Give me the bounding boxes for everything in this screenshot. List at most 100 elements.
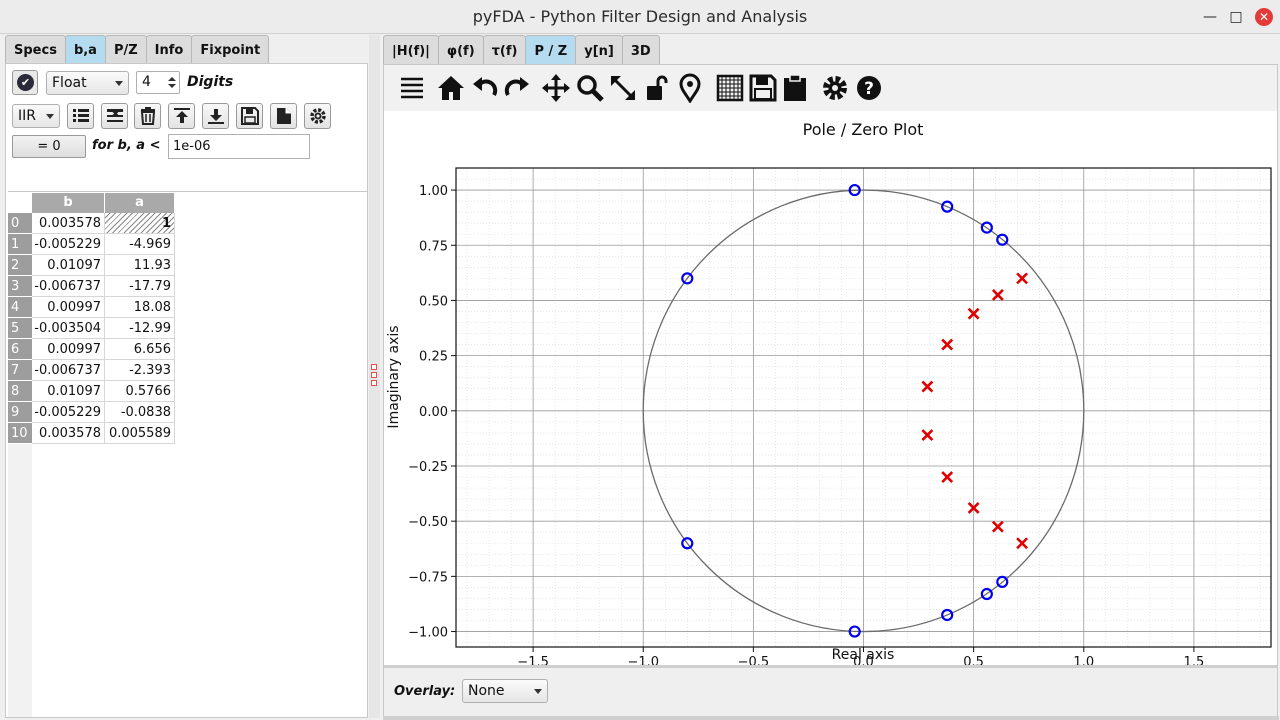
- pole-marker: [921, 380, 934, 393]
- row-index[interactable]: 5: [8, 318, 32, 339]
- cell-a[interactable]: -2.393: [105, 360, 175, 381]
- row-index[interactable]: 9: [8, 402, 32, 423]
- tab-phase[interactable]: φ(f): [437, 35, 484, 64]
- cell-b[interactable]: -0.005229: [32, 234, 105, 255]
- tab-fixpoint[interactable]: Fixpoint: [191, 35, 270, 63]
- cell-b[interactable]: 0.01097: [32, 381, 105, 402]
- table-row: 5 -0.003504 -12.99: [8, 318, 175, 339]
- grid-button[interactable]: [715, 73, 745, 103]
- maximize-icon[interactable]: □: [1227, 8, 1245, 26]
- gear-icon: [823, 76, 847, 100]
- toggle-toolbar-button[interactable]: [397, 73, 427, 103]
- table-row: 4 0.00997 18.08: [8, 297, 175, 318]
- pole-marker: [1016, 537, 1029, 550]
- table-row: 3 -0.006737 -17.79: [8, 276, 175, 297]
- spin-down-icon[interactable]: [168, 84, 176, 88]
- y-tick-label: −0.25: [408, 460, 448, 475]
- column-header-a[interactable]: a: [105, 193, 175, 213]
- row-index[interactable]: 8: [8, 381, 32, 402]
- filter-type-select[interactable]: IIR: [12, 104, 60, 128]
- digits-spinbox[interactable]: 4: [136, 71, 180, 94]
- cell-a[interactable]: 6.656: [105, 339, 175, 360]
- x-tick-label: 0.5: [963, 655, 984, 665]
- pan-button[interactable]: [541, 73, 571, 103]
- export-button[interactable]: [236, 103, 263, 129]
- zoom-button[interactable]: [575, 73, 605, 103]
- overlay-select[interactable]: None: [462, 679, 548, 703]
- filter-type-value: IIR: [18, 108, 36, 124]
- cell-b[interactable]: -0.006737: [32, 276, 105, 297]
- format-select[interactable]: Float: [46, 71, 129, 95]
- row-index[interactable]: 6: [8, 339, 32, 360]
- title-bar: pyFDA - Python Filter Design and Analysi…: [0, 0, 1280, 34]
- save-figure-button[interactable]: [748, 73, 778, 103]
- search-icon: [577, 75, 604, 102]
- tab-ba[interactable]: b,a: [64, 35, 106, 63]
- cell-a[interactable]: -0.0838: [105, 402, 175, 423]
- cell-b[interactable]: -0.005229: [32, 402, 105, 423]
- cell-a[interactable]: 18.08: [105, 297, 175, 318]
- pole-zero-plot[interactable]: −1.5 −1.0 −0.5 0.0 0.5 1.0 1.5 −1.00 −0.75 −0.50−…: [384, 111, 1277, 670]
- row-index[interactable]: 3: [8, 276, 32, 297]
- cell-a[interactable]: -12.99: [105, 318, 175, 339]
- clear-table-button[interactable]: [134, 103, 161, 129]
- cell-b[interactable]: 0.00997: [32, 297, 105, 318]
- home-button[interactable]: [436, 73, 466, 103]
- enable-checkbox-button[interactable]: ✔: [12, 70, 38, 95]
- cell-b[interactable]: 0.003578: [32, 423, 105, 444]
- set-zero-button[interactable]: = 0: [12, 135, 86, 158]
- close-icon[interactable]: ✕: [1255, 8, 1273, 26]
- tab-info[interactable]: Info: [145, 35, 193, 63]
- floppy-icon: [241, 107, 259, 125]
- tab-group-delay[interactable]: τ(f): [482, 35, 527, 64]
- cell-a[interactable]: -4.969: [105, 234, 175, 255]
- cell-a[interactable]: 11.93: [105, 255, 175, 276]
- delete-row-button[interactable]: [101, 103, 128, 129]
- tab-3d[interactable]: 3D: [621, 35, 660, 64]
- cell-b[interactable]: 0.00997: [32, 339, 105, 360]
- marker-button[interactable]: [675, 73, 705, 104]
- redo-button[interactable]: [502, 73, 532, 103]
- plot-title: Pole / Zero Plot: [803, 120, 924, 139]
- threshold-input[interactable]: 1e-06: [168, 134, 310, 159]
- row-index[interactable]: 4: [8, 297, 32, 318]
- save-filter-button[interactable]: [202, 103, 229, 129]
- row-index[interactable]: 10: [8, 423, 32, 444]
- add-row-button[interactable]: [67, 103, 94, 129]
- cell-a[interactable]: -17.79: [105, 276, 175, 297]
- row-index[interactable]: 1: [8, 234, 32, 255]
- undo-button[interactable]: [470, 73, 500, 103]
- import-button[interactable]: [270, 103, 297, 129]
- cell-b[interactable]: 0.003578: [32, 213, 105, 234]
- column-header-b[interactable]: b: [32, 193, 105, 213]
- tab-impulse-response[interactable]: y[n]: [575, 35, 623, 64]
- plot-settings-button[interactable]: [820, 73, 850, 103]
- splitter-handle[interactable]: [371, 364, 377, 390]
- list-remove-icon: [107, 109, 123, 122]
- zoom-full-button[interactable]: [608, 73, 638, 103]
- spin-up-icon[interactable]: [168, 77, 176, 81]
- row-index[interactable]: 2: [8, 255, 32, 276]
- tab-pole-zero[interactable]: P / Z: [525, 35, 577, 64]
- panel-splitter[interactable]: [369, 35, 380, 718]
- cell-b[interactable]: 0.01097: [32, 255, 105, 276]
- x-tick-label: −0.5: [738, 655, 770, 665]
- load-filter-button[interactable]: [168, 103, 195, 129]
- cell-a[interactable]: 0.005589: [105, 423, 175, 444]
- minimize-icon[interactable]: —: [1201, 8, 1219, 26]
- cell-b[interactable]: -0.003504: [32, 318, 105, 339]
- copy-figure-button[interactable]: [780, 73, 810, 103]
- cell-a[interactable]: 0.5766: [105, 381, 175, 402]
- plot-canvas[interactable]: −1.5 −1.0 −0.5 0.0 0.5 1.0 1.5−1.00−0.75−0.50−…: [384, 111, 1277, 670]
- row-index[interactable]: 0: [8, 213, 32, 234]
- tab-specs[interactable]: Specs: [5, 35, 66, 63]
- lock-button[interactable]: [642, 73, 672, 103]
- tab-magnitude[interactable]: |H(f)|: [383, 35, 439, 64]
- cell-b[interactable]: -0.006737: [32, 360, 105, 381]
- gear-icon: [310, 108, 326, 124]
- tab-pz[interactable]: P/Z: [104, 35, 147, 63]
- row-index[interactable]: 7: [8, 360, 32, 381]
- settings-button[interactable]: [304, 103, 331, 129]
- y-tick-label: −0.75: [408, 570, 448, 585]
- help-button[interactable]: ?: [854, 73, 884, 103]
